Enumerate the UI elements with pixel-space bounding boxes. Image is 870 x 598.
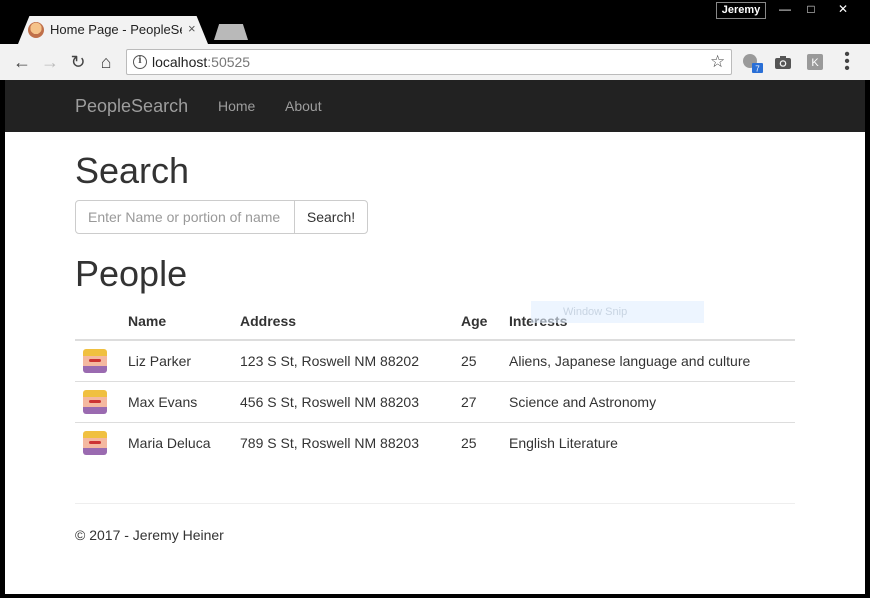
name-cell: Max Evans [120, 380, 232, 422]
photo-cell [75, 421, 120, 463]
column-header-address: Address [232, 302, 453, 341]
footer-text: © 2017 - Jeremy Heiner [75, 527, 224, 543]
column-header-photo [75, 302, 120, 341]
reload-icon[interactable]: ↻ [66, 50, 90, 74]
k-extension-icon[interactable]: K [806, 53, 824, 71]
column-header-name: Name [120, 302, 232, 341]
address-cell: 123 S St, Roswell NM 88202 [240, 352, 419, 369]
table-row: Liz Parker 123 S St, Roswell NM 88202 25… [75, 340, 795, 381]
home-icon[interactable]: ⌂ [94, 50, 118, 74]
table-row: Maria Deluca 789 S St, Roswell NM 88203 … [75, 421, 795, 463]
footer-divider [75, 503, 795, 504]
favicon-icon [28, 22, 44, 38]
browser-menu-icon[interactable]: • • • [842, 47, 852, 77]
k-extension-label: K [811, 57, 819, 69]
url-port: :50525 [207, 54, 251, 70]
close-window-icon[interactable]: ✕ [830, 0, 856, 19]
tab-title: Home Page - PeopleSearch [50, 22, 182, 37]
avatar [83, 430, 107, 455]
age-cell: 25 [461, 352, 477, 369]
search-input[interactable] [75, 200, 295, 234]
back-icon[interactable]: ← [10, 50, 34, 74]
interests-cell: Aliens, Japanese language and culture [509, 352, 751, 369]
interests-cell: English Literature [501, 421, 795, 463]
tab-close-icon[interactable]: × [188, 21, 196, 36]
photo-cell [75, 340, 120, 381]
extension-badge: 7 [755, 65, 760, 74]
nav-home-link[interactable]: Home [218, 98, 255, 114]
name-cell: Liz Parker [128, 352, 192, 369]
bookmark-star-icon[interactable]: ☆ [710, 52, 725, 72]
column-header-age: Age [453, 302, 501, 341]
forward-icon[interactable]: → [38, 50, 62, 74]
web-page: PeopleSearch Home About Search Search! P… [5, 80, 865, 594]
maximize-icon[interactable]: □ [798, 0, 824, 19]
age-cell: 25 [453, 421, 501, 463]
profile-button[interactable]: Jeremy [716, 2, 766, 19]
nav-about-link[interactable]: About [285, 98, 322, 114]
info-icon[interactable]: i [133, 55, 147, 69]
site-navbar: PeopleSearch Home About [5, 80, 865, 132]
search-button[interactable]: Search! [294, 200, 368, 234]
people-heading: People [75, 253, 188, 294]
interests-cell: Science and Astronomy [501, 380, 795, 422]
name-cell: Maria Deluca [120, 421, 232, 463]
search-heading: Search [75, 150, 190, 191]
camera-icon[interactable] [774, 53, 792, 71]
people-table: Name Address Age Interests Liz Parker 12… [75, 302, 795, 463]
avatar [83, 389, 107, 414]
table-row: Max Evans 456 S St, Roswell NM 88203 27 … [75, 380, 795, 422]
url-host: localhost [152, 54, 208, 70]
new-tab-button[interactable] [214, 24, 248, 40]
address-cell: 789 S St, Roswell NM 88203 [232, 421, 453, 463]
avatar [83, 348, 107, 373]
photo-cell [75, 380, 120, 422]
age-cell: 27 [453, 380, 501, 422]
extension-icon[interactable]: 7 [742, 53, 763, 74]
address-cell: 456 S St, Roswell NM 88203 [232, 380, 453, 422]
window-snip-overlay: Window Snip [531, 301, 704, 323]
brand-link[interactable]: PeopleSearch [75, 96, 188, 117]
url-text[interactable]: localhost:50525 [152, 54, 250, 70]
minimize-icon[interactable]: — [772, 0, 798, 19]
